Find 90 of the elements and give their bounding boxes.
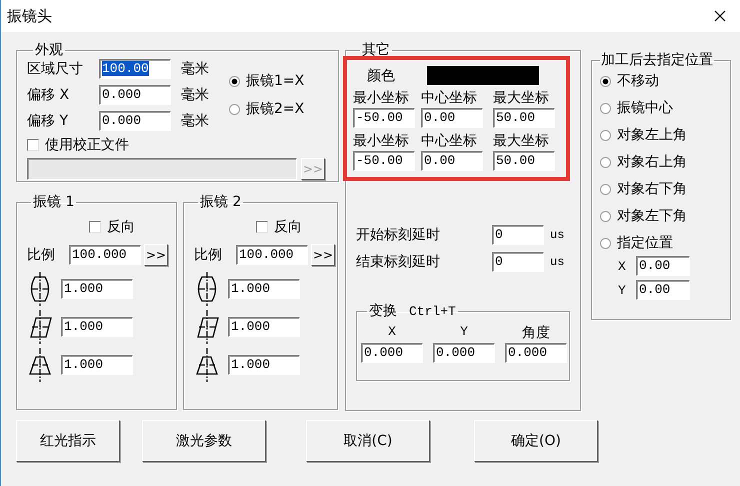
close-icon[interactable] bbox=[714, 10, 726, 22]
field-label: 区域尺寸 bbox=[27, 60, 84, 78]
checkbox[interactable] bbox=[256, 221, 268, 233]
unit-label: 毫米 bbox=[181, 86, 210, 104]
radio-button[interactable] bbox=[600, 184, 611, 194]
field-label: 最小坐标 bbox=[353, 89, 410, 107]
input-field[interactable]: 100.000 bbox=[236, 245, 308, 265]
window-title: 振镜头 bbox=[7, 6, 52, 26]
field-label: 中心坐标 bbox=[421, 89, 478, 107]
dialog-button[interactable]: 激光参数 bbox=[142, 420, 266, 462]
group-title: 振镜 1 bbox=[32, 194, 76, 210]
radio-label[interactable]: 不移动 bbox=[617, 72, 659, 90]
group-title: 加工后去指定位置 bbox=[600, 52, 714, 68]
field-label: 最大坐标 bbox=[493, 89, 550, 107]
dialog-button[interactable]: 确定(O) bbox=[474, 420, 598, 462]
trapezoid-icon bbox=[27, 348, 53, 382]
input-field[interactable]: 0.00 bbox=[421, 108, 483, 128]
field-label: 颜色 bbox=[367, 66, 396, 84]
input-field[interactable]: 0 bbox=[492, 225, 544, 245]
unit-label: 毫米 bbox=[181, 112, 210, 130]
checkbox-label[interactable]: 反向 bbox=[107, 218, 135, 236]
input-field[interactable]: 0.000 bbox=[505, 343, 567, 363]
field-label: 中心坐标 bbox=[421, 132, 478, 150]
input-field[interactable]: 0.000 bbox=[99, 85, 171, 105]
checkbox-label[interactable]: 使用校正文件 bbox=[45, 136, 129, 154]
field-label: 最小坐标 bbox=[353, 132, 410, 150]
input-field[interactable]: 0.000 bbox=[361, 343, 423, 363]
radio-label[interactable]: 振镜中心 bbox=[617, 99, 673, 117]
input-field[interactable]: 1.000 bbox=[61, 355, 133, 375]
group-title: 其它 bbox=[361, 42, 391, 58]
input-field[interactable]: 0 bbox=[492, 252, 544, 272]
input-field[interactable]: 100.00 bbox=[99, 59, 171, 79]
field-label: 角度 bbox=[521, 324, 551, 342]
radio-button[interactable] bbox=[600, 130, 611, 140]
input-field[interactable]: 1.000 bbox=[61, 279, 133, 299]
input-field[interactable]: 0.00 bbox=[636, 256, 690, 276]
input-field[interactable]: -50.00 bbox=[353, 108, 415, 128]
input-field[interactable]: 50.00 bbox=[493, 151, 555, 171]
input-field[interactable]: 0.000 bbox=[433, 343, 495, 363]
group-title: 变换 bbox=[369, 303, 397, 319]
browse-button[interactable]: >> bbox=[311, 244, 335, 266]
input-field[interactable]: 0.00 bbox=[421, 151, 483, 171]
unit-label: us bbox=[550, 255, 564, 269]
unit-label: us bbox=[550, 228, 564, 242]
field-label: X bbox=[618, 258, 627, 274]
radio-label[interactable]: 对象左下角 bbox=[617, 207, 687, 225]
color-swatch[interactable] bbox=[427, 66, 539, 85]
field-label: 比例 bbox=[27, 246, 56, 264]
group-title: 振镜 2 bbox=[199, 194, 242, 210]
radio-button[interactable] bbox=[229, 76, 240, 86]
trapezoid-icon bbox=[194, 348, 220, 382]
field-label: 偏移 Y bbox=[27, 112, 70, 130]
input-field[interactable]: 1.000 bbox=[228, 279, 300, 299]
field-label: 比例 bbox=[194, 246, 223, 264]
dialog-button[interactable]: 取消(C) bbox=[306, 420, 430, 462]
unit-label: 毫米 bbox=[181, 60, 210, 78]
radio-label[interactable]: 对象右下角 bbox=[617, 180, 687, 198]
dialog-button[interactable]: 红光指示 bbox=[16, 420, 120, 462]
browse-button[interactable]: >> bbox=[144, 244, 168, 266]
field-label: 最大坐标 bbox=[493, 132, 550, 150]
input-field[interactable]: -50.00 bbox=[353, 151, 415, 171]
input-field[interactable]: 0.000 bbox=[99, 111, 171, 131]
radio-label[interactable]: 指定位置 bbox=[617, 234, 673, 252]
field-label: 偏移 X bbox=[27, 86, 70, 104]
checkbox[interactable] bbox=[89, 221, 101, 233]
field-label: 结束标刻延时 bbox=[356, 253, 441, 271]
field-label: 开始标刻延时 bbox=[356, 226, 441, 244]
radio-button[interactable] bbox=[600, 238, 611, 248]
radio-button[interactable] bbox=[600, 102, 611, 114]
input-field[interactable]: 1.000 bbox=[228, 355, 300, 375]
radio-button[interactable] bbox=[600, 156, 611, 168]
input-field[interactable]: 1.000 bbox=[61, 317, 133, 337]
checkbox[interactable] bbox=[27, 139, 39, 151]
radio-button[interactable] bbox=[229, 104, 240, 114]
radio-label[interactable]: 振镜1=X bbox=[246, 72, 304, 90]
input-field[interactable]: 50.00 bbox=[493, 108, 555, 128]
checkbox-label[interactable]: 反向 bbox=[274, 218, 302, 236]
input-field[interactable]: 100.000 bbox=[69, 245, 141, 265]
group-title: 外观 bbox=[34, 42, 64, 58]
radio-label[interactable]: 对象右上角 bbox=[617, 153, 687, 171]
radio-button[interactable] bbox=[600, 76, 611, 86]
input-field[interactable]: 0.00 bbox=[636, 280, 690, 300]
radio-label[interactable]: 对象左上角 bbox=[617, 126, 687, 144]
field-label: Y bbox=[618, 282, 627, 298]
field-label: Y bbox=[459, 324, 469, 341]
field-label: X bbox=[387, 324, 397, 341]
radio-button[interactable] bbox=[600, 210, 611, 222]
shortcut-label: Ctrl+T bbox=[409, 304, 456, 319]
radio-label[interactable]: 振镜2=X bbox=[246, 100, 304, 118]
input-field[interactable]: 1.000 bbox=[228, 317, 300, 337]
